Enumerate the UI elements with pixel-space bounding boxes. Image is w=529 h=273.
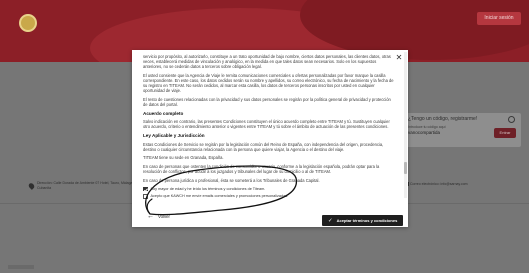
terms-modal: ✕ servicio por propósito, al autorizarlo… — [132, 50, 408, 227]
back-button-label: Volver — [158, 213, 170, 219]
terms-checkbox-label[interactable]: Soy mayor de edad y he leído los término… — [151, 187, 266, 191]
location-pin-icon — [27, 182, 36, 190]
enter-code-button[interactable]: Entrar — [494, 128, 516, 138]
scrollbar[interactable] — [404, 52, 407, 198]
register-code-card: ¿Tengo un código, registrarme! Introduce… — [403, 113, 521, 147]
terms-consent-row[interactable]: Soy mayor de edad y he leído los término… — [143, 186, 394, 192]
terms-paragraph: TITEAM tiene su sede en Granada, España. — [143, 155, 224, 161]
scrollbar-thumb[interactable] — [404, 162, 407, 174]
footer-email[interactable]: Correo electrónico: info@sarnay.com — [410, 182, 468, 186]
offers-checkbox[interactable] — [143, 194, 148, 199]
footer-tag — [8, 265, 34, 269]
offers-checkbox-label[interactable]: Acepto que KAWCH me envíe emails comerci… — [151, 194, 289, 198]
terms-paragraph: El resto de cuestiones relacionadas con … — [143, 96, 391, 107]
terms-paragraph: Estas Condiciones de Servicio se regirán… — [143, 141, 384, 152]
offers-consent-row[interactable]: Acepto que KAWCH me envíe emails comerci… — [143, 194, 394, 199]
section-heading-law: Ley Aplicable y Jurisdicción — [143, 133, 205, 138]
accept-terms-button[interactable]: ✓ Aceptar términos y condiciones — [322, 215, 403, 226]
terms-checkbox[interactable] — [143, 186, 148, 192]
site-logo[interactable] — [19, 14, 37, 32]
terms-paragraph: servicio por propósito, al autorizarlo, … — [143, 54, 391, 70]
help-icon[interactable] — [508, 116, 515, 123]
consent-checkboxes: Soy mayor de edad y he leído los término… — [143, 186, 394, 199]
section-heading-agreement: Acuerdo completo — [143, 110, 184, 116]
terms-scroll-area[interactable]: servicio por propósito, al autorizarlo, … — [132, 50, 404, 200]
terms-paragraph: El usted consiente que la Agencia de Via… — [143, 72, 394, 94]
register-card-title: ¿Tengo un código, registrarme! — [408, 116, 478, 122]
footer-address: Dirección: Calle Dorada de Ambiente 07 H… — [37, 181, 134, 190]
checkmark-icon: ✓ — [328, 217, 333, 224]
terms-paragraph: Salvo indicación en contrario, las prese… — [143, 119, 390, 130]
modal-footer: ← Volver ✓ Aceptar términos y condicione… — [132, 205, 408, 227]
login-button[interactable]: Iniciar sesión — [477, 12, 521, 25]
terms-paragraph: En caso de personas que ostenten la cond… — [143, 164, 380, 175]
back-button[interactable]: ← Volver — [147, 211, 170, 221]
accept-terms-label: Aceptar términos y condiciones — [336, 218, 398, 223]
terms-paragraph: En caso de persona jurídica o profesiona… — [143, 177, 320, 183]
arrow-left-icon: ← — [147, 212, 154, 220]
